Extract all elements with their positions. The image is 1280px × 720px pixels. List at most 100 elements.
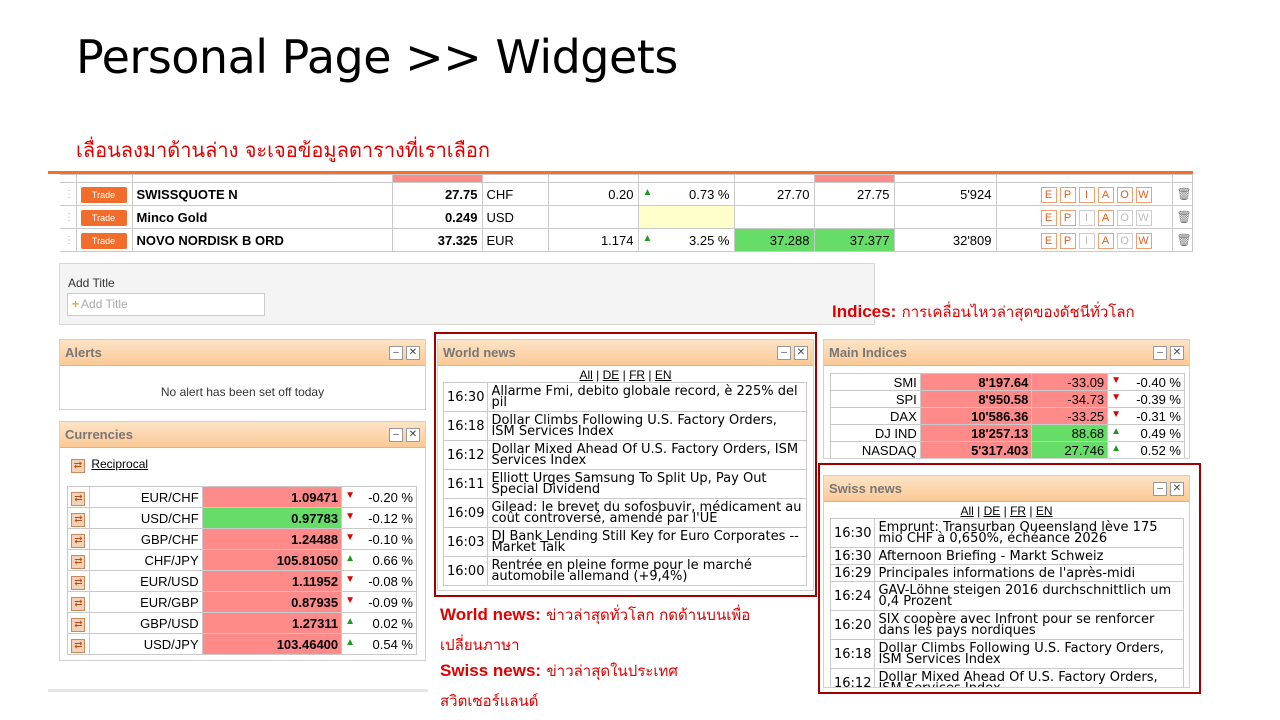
index-row: DJ IND 18'257.13 88.68 ▲ 0.49 % <box>830 424 1185 442</box>
index-row: SPI 8'950.58 -34.73 ▼ -0.39 % <box>830 390 1185 408</box>
table-row: ⋮⋮ Trade SWISSQUOTE N 27.75 CHF 0.20 ▲ 0.… <box>60 182 1193 206</box>
currencies-header: Currencies – ✕ <box>60 422 425 448</box>
price: 27.75 <box>391 182 483 206</box>
action-i-button[interactable]: I <box>1078 186 1095 203</box>
arrow-down-icon: ▼ <box>345 510 356 522</box>
bid <box>733 205 815 229</box>
minimize-button[interactable]: – <box>389 427 403 442</box>
scroll-hint: เลื่อนลงมาด้านล่าง จะเจอข้อมูลตารางที่เร… <box>76 138 491 162</box>
index-row: DAX 10'586.36 -33.25 ▼ -0.31 % <box>830 407 1185 425</box>
index-name[interactable]: NASDAQ <box>830 441 921 458</box>
action-p-button[interactable]: P <box>1059 232 1076 249</box>
currency-row: ⇄ EUR/CHF 1.09471 ▼ -0.20 % <box>67 486 417 508</box>
currency-row: ⇄ CHF/JPY 105.81050 ▲ 0.66 % <box>67 549 417 571</box>
world-note-text2: เปลี่ยนภาษา <box>440 636 520 654</box>
index-pct: -0.31 % <box>1136 408 1181 424</box>
volume: 5'924 <box>893 182 997 206</box>
currency-value: 1.09471 <box>201 486 343 508</box>
change-pct <box>637 205 735 229</box>
index-pct: 0.52 % <box>1140 442 1181 458</box>
action-o-button[interactable]: O <box>1116 232 1133 249</box>
ask <box>813 205 895 229</box>
action-o-button[interactable]: O <box>1116 186 1133 203</box>
swap-icon[interactable]: ⇄ <box>71 533 86 548</box>
currency-value: 0.87935 <box>201 591 343 613</box>
action-p-button[interactable]: P <box>1059 209 1076 226</box>
swap-icon[interactable]: ⇄ <box>71 596 86 611</box>
action-o-button[interactable]: O <box>1116 209 1133 226</box>
currency-value: 1.11952 <box>201 570 343 592</box>
slide: Personal Page >> Widgets เลื่อนลงมาด้านล… <box>0 0 1280 720</box>
action-w-button[interactable]: W <box>1135 209 1152 226</box>
close-button[interactable]: ✕ <box>406 345 420 360</box>
swap-icon[interactable]: ⇄ <box>71 512 86 527</box>
currency: CHF <box>481 182 549 206</box>
index-name[interactable]: SMI <box>830 373 921 391</box>
action-a-button[interactable]: A <box>1097 232 1114 249</box>
security-name[interactable]: SWISSQUOTE N <box>131 182 393 206</box>
slide-title: Personal Page >> Widgets <box>76 30 678 84</box>
change: 0.20 <box>547 182 639 206</box>
trade-button[interactable]: Trade <box>80 232 127 249</box>
swap-icon[interactable]: ⇄ <box>71 617 86 632</box>
price: 0.249 <box>391 205 483 229</box>
world-news-highlight <box>434 332 817 597</box>
main-indices-title: Main Indices <box>829 345 908 360</box>
currency-value: 1.27311 <box>201 612 343 634</box>
action-p-button[interactable]: P <box>1059 186 1076 203</box>
drag-handle-icon[interactable]: ⋮⋮ <box>60 228 77 252</box>
volume <box>893 205 997 229</box>
action-e-button[interactable]: E <box>1040 232 1057 249</box>
trade-button[interactable]: Trade <box>80 209 127 226</box>
trade-button[interactable]: Trade <box>80 186 127 203</box>
arrow-up-icon: ▲ <box>345 615 356 627</box>
action-e-button[interactable]: E <box>1040 186 1057 203</box>
action-w-button[interactable]: W <box>1135 186 1152 203</box>
indices-note: Indices: การเคลื่อนไหวล่าสุดของดัชนีทั่ว… <box>832 300 1135 324</box>
security-name[interactable]: NOVO NORDISK B ORD <box>131 228 393 252</box>
indices-table: SMI 8'197.64 -33.09 ▼ -0.40 % SPI 8'950.58 -34.… <box>830 373 1185 458</box>
add-title-label: Add Title <box>68 276 115 290</box>
table-row: ⋮⋮ Trade NOVO NORDISK B ORD 37.325 EUR 1… <box>60 228 1193 252</box>
swap-icon[interactable]: ⇄ <box>71 575 86 590</box>
drag-handle-icon[interactable]: ⋮⋮ <box>60 205 77 229</box>
index-pct: -0.39 % <box>1136 391 1181 407</box>
action-w-button[interactable]: W <box>1135 232 1152 249</box>
index-value: 18'257.13 <box>919 424 1033 442</box>
table-row: ⋮⋮ Trade Minco Gold 0.249 USD EPIAOW 🗑 <box>60 205 1193 229</box>
action-e-button[interactable]: E <box>1040 209 1057 226</box>
trash-icon[interactable]: 🗑 <box>1171 205 1193 229</box>
trash-icon[interactable]: 🗑 <box>1171 182 1193 206</box>
swap-icon[interactable]: ⇄ <box>71 459 85 473</box>
currency-row: ⇄ EUR/USD 1.11952 ▼ -0.08 % <box>67 570 417 592</box>
arrow-up-icon: ▲ <box>345 636 356 648</box>
swap-icon[interactable]: ⇄ <box>71 554 86 569</box>
index-name[interactable]: DAX <box>830 407 921 425</box>
add-title-input[interactable]: + Add Title <box>67 293 265 316</box>
swap-icon[interactable]: ⇄ <box>71 491 86 506</box>
world-note-text1: ข่าวล่าสุดทั่วโลก กดด้านบนเพื่อ <box>546 606 751 624</box>
swap-icon[interactable]: ⇄ <box>71 638 86 653</box>
index-name[interactable]: DJ IND <box>830 424 921 442</box>
action-a-button[interactable]: A <box>1097 209 1114 226</box>
swiss-news-note: Swiss news: ข่าวล่าสุดในประเทศ สวิตเซอร์… <box>440 656 678 716</box>
action-i-button[interactable]: I <box>1078 232 1095 249</box>
arrow-up-icon: ▲ <box>1111 442 1122 454</box>
security-name[interactable]: Minco Gold <box>131 205 393 229</box>
drag-handle-icon[interactable]: ⋮⋮ <box>60 182 77 206</box>
bid: 37.288 <box>733 228 815 252</box>
index-change: -34.73 <box>1031 390 1109 408</box>
close-button[interactable]: ✕ <box>406 427 420 442</box>
action-buttons: EPIAOW <box>995 182 1173 206</box>
minimize-button[interactable]: – <box>1153 345 1167 360</box>
action-i-button[interactable]: I <box>1078 209 1095 226</box>
reciprocal-link[interactable]: Reciprocal <box>91 457 148 471</box>
index-name[interactable]: SPI <box>830 390 921 408</box>
change: 1.174 <box>547 228 639 252</box>
minimize-button[interactable]: – <box>389 345 403 360</box>
close-button[interactable]: ✕ <box>1170 345 1184 360</box>
currencies-table: ⇄ EUR/CHF 1.09471 ▼ -0.20 % ⇄ USD/CHF 0.97783 ▼ -… <box>67 486 417 655</box>
action-a-button[interactable]: A <box>1097 186 1114 203</box>
currency-change: 0.02 % <box>372 615 413 631</box>
trash-icon[interactable]: 🗑 <box>1171 228 1193 252</box>
